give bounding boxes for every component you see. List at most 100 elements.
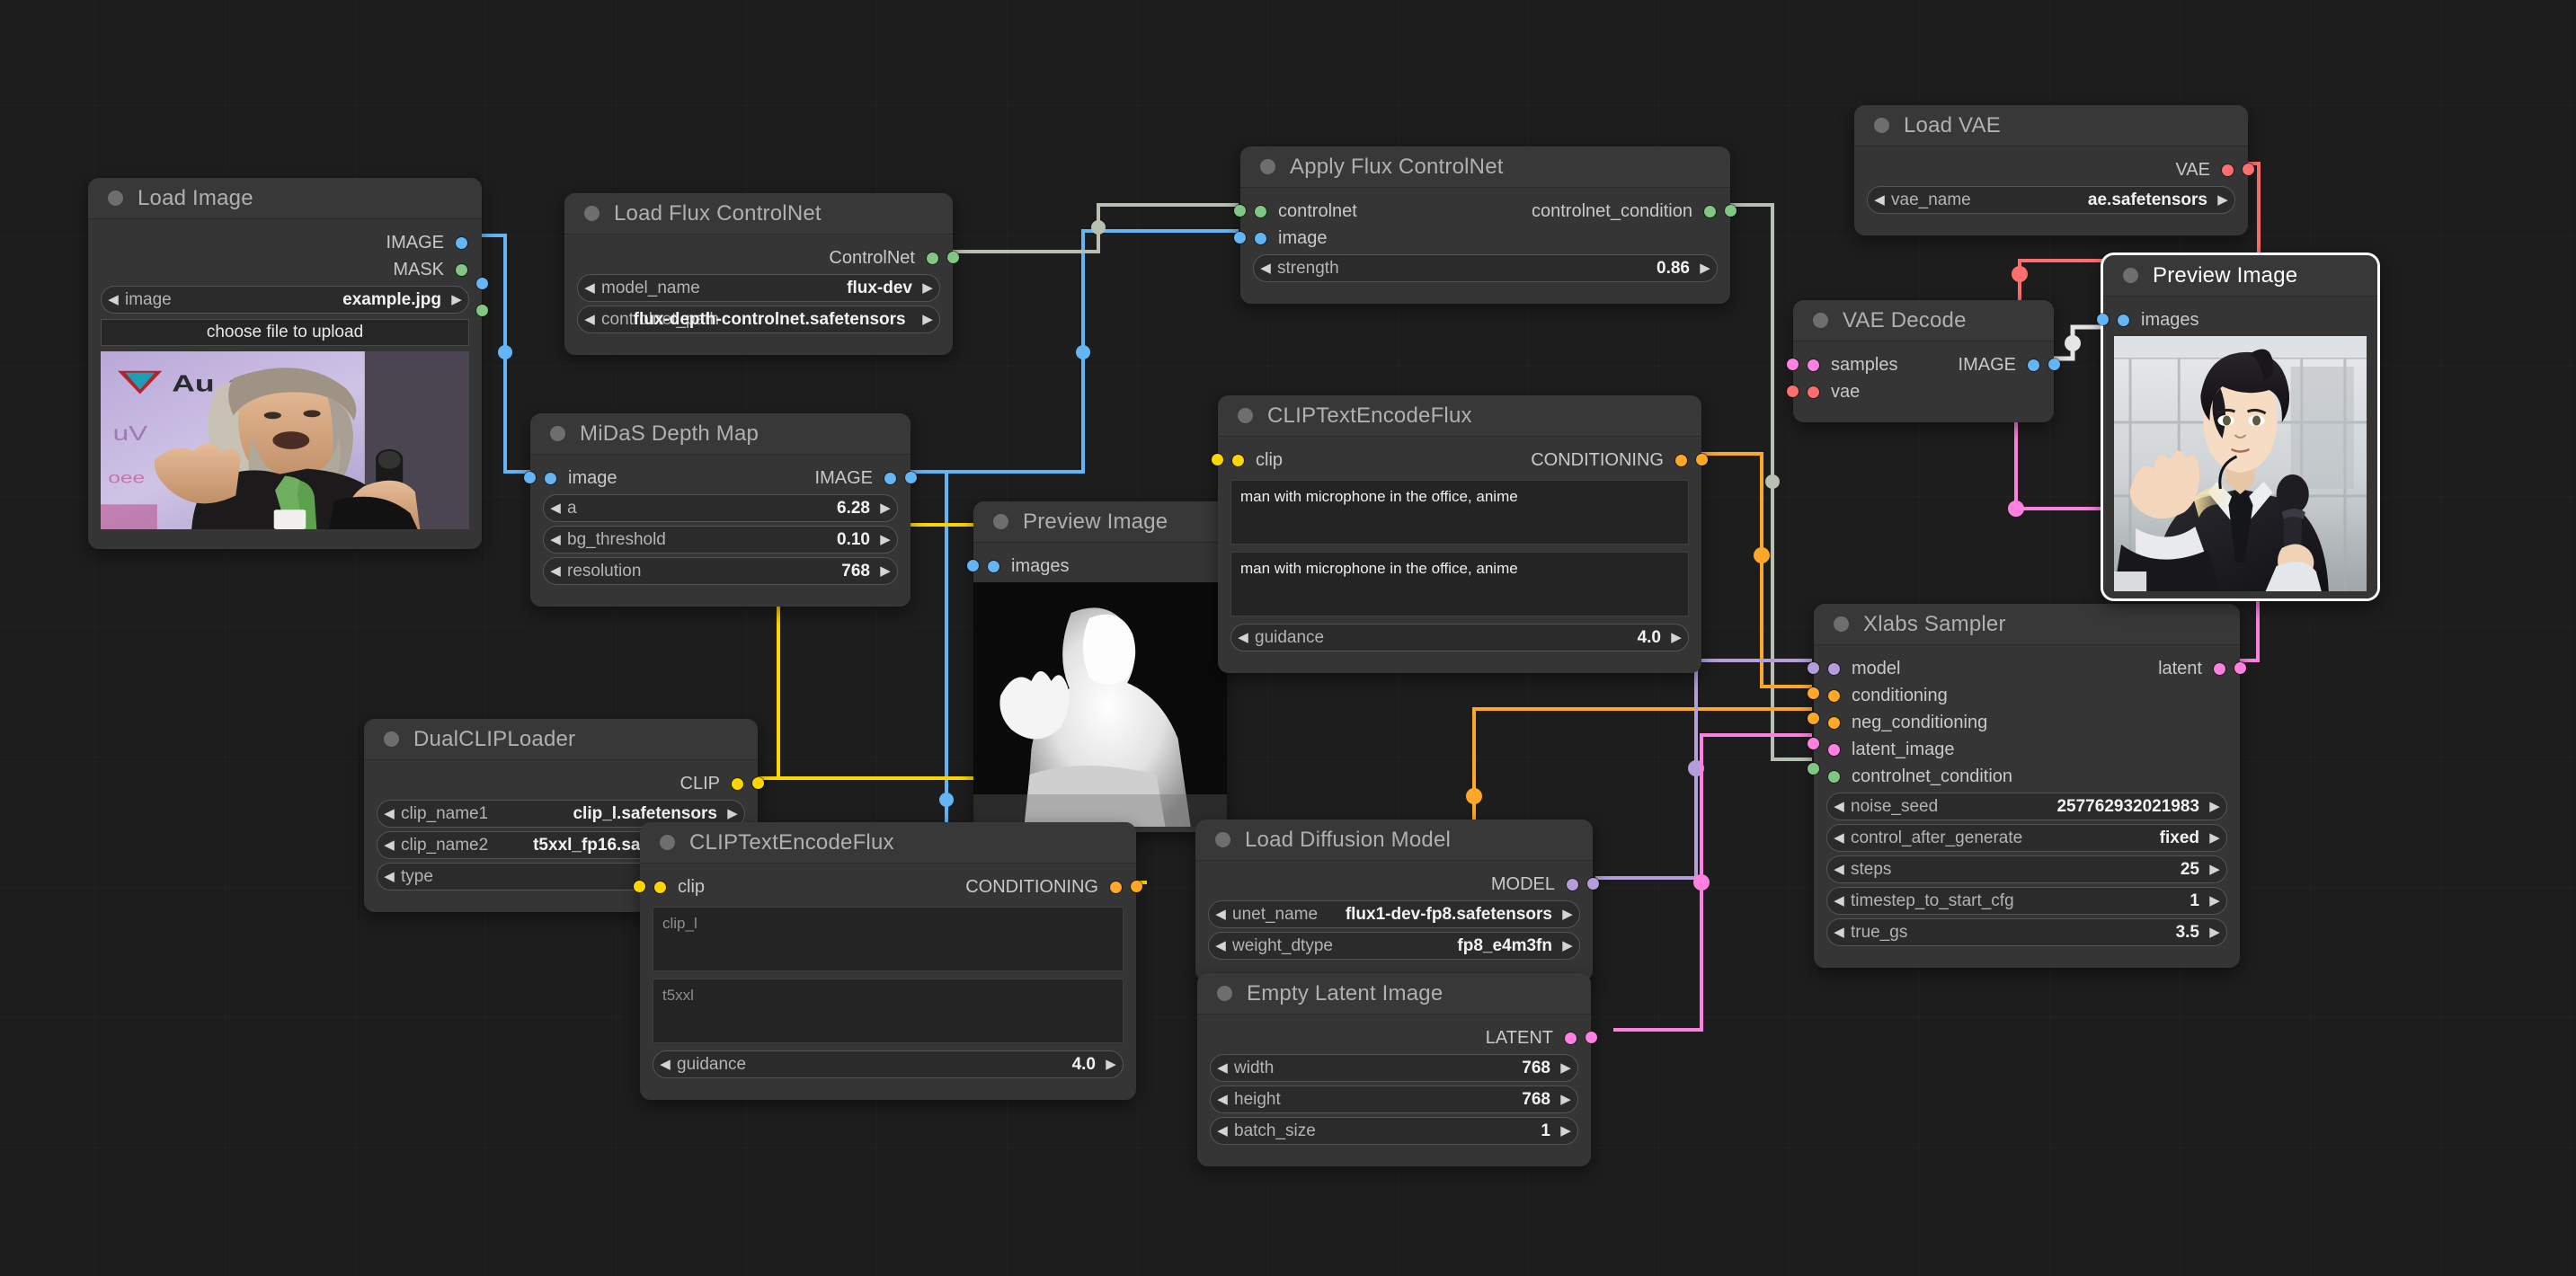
input-slot-clip[interactable]: clip [1232, 447, 1283, 473]
port-dot-controlnet-icon[interactable] [1255, 205, 1266, 217]
collapse-dot-icon[interactable] [1238, 408, 1253, 423]
output-slot-image[interactable]: IMAGE [815, 465, 896, 491]
output-slot-vae[interactable]: VAE [2175, 157, 2234, 182]
port-edge-controlnet-condition-in[interactable] [1808, 763, 1819, 775]
input-slot-controlnet[interactable]: controlnet [1255, 199, 1357, 224]
output-slot-conditioning[interactable]: CONDITIONING [1531, 447, 1687, 473]
widget-decrement-icon[interactable]: ◀ [1211, 1124, 1234, 1138]
input-slot-vae[interactable]: vae [1808, 379, 1860, 404]
output-slot-image[interactable]: IMAGE [386, 230, 467, 255]
widget-decrement-icon[interactable]: ◀ [378, 870, 401, 883]
widget-noise-seed[interactable]: ◀ noise_seed 257762932021983 ▶ [1826, 793, 2227, 820]
widget-increment-icon[interactable]: ▶ [2211, 193, 2234, 207]
output-slot-controlnet[interactable]: ControlNet [829, 245, 938, 270]
port-dot-image-icon[interactable] [545, 472, 556, 484]
collapse-dot-icon[interactable] [550, 426, 565, 441]
widget-decrement-icon[interactable]: ◀ [1827, 894, 1851, 908]
widget-height[interactable]: ◀ height 768 ▶ [1210, 1085, 1578, 1113]
image-preview-depthmap[interactable] [973, 582, 1227, 827]
widget-unet-name[interactable]: ◀ unet_name flux1-dev-fp8.safetensors ▶ [1208, 900, 1580, 928]
node-title-bar[interactable]: MiDaS Depth Map [530, 413, 910, 455]
output-slot-latent[interactable]: latent [2158, 656, 2225, 681]
widget-increment-icon[interactable]: ▶ [916, 313, 939, 326]
widget-resolution[interactable]: ◀ resolution 768 ▶ [543, 557, 898, 585]
port-edge-image-in[interactable] [1234, 232, 1246, 244]
node-title-bar[interactable]: Load Diffusion Model [1195, 820, 1593, 861]
output-slot-latent[interactable]: LATENT [1486, 1025, 1577, 1050]
port-dot-latent-icon[interactable] [2214, 662, 2225, 675]
input-slot-latent-image[interactable]: latent_image [1828, 737, 1955, 762]
node-midas-depth-map[interactable]: MiDaS Depth Map image IMAGE ◀ a 6.28 ▶ ◀… [524, 413, 917, 607]
port-edge-controlnet-out[interactable] [947, 252, 959, 263]
input-slot-controlnet-condition[interactable]: controlnet_condition [1828, 764, 2012, 789]
port-dot-conditioning-icon[interactable] [1110, 881, 1122, 893]
widget-decrement-icon[interactable]: ◀ [102, 293, 125, 306]
port-dot-mask-icon[interactable] [456, 263, 467, 276]
port-edge-model-in[interactable] [1808, 662, 1819, 674]
port-dot-images-icon[interactable] [2118, 314, 2129, 326]
node-xlabs-sampler[interactable]: Xlabs Sampler model latent conditioning [1808, 604, 2246, 968]
output-slot-conditioning[interactable]: CONDITIONING [965, 874, 1122, 899]
widget-decrement-icon[interactable]: ◀ [653, 1058, 677, 1071]
input-slot-image[interactable]: image [1255, 226, 1327, 251]
output-slot-image[interactable]: IMAGE [1959, 352, 2039, 377]
image-preview-anime[interactable] [2114, 336, 2367, 591]
input-slot-clip[interactable]: clip [654, 874, 705, 899]
widget-increment-icon[interactable]: ▶ [2203, 800, 2226, 813]
widget-increment-icon[interactable]: ▶ [874, 564, 897, 578]
node-preview-image-depth[interactable]: Preview Image images [967, 501, 1227, 832]
port-edge-clip-out[interactable] [752, 777, 764, 789]
widget-width[interactable]: ◀ width 768 ▶ [1210, 1054, 1578, 1082]
node-title-bar[interactable]: Load Image [88, 178, 482, 219]
node-title-bar[interactable]: VAE Decode [1793, 300, 2054, 341]
node-title-bar[interactable]: DualCLIPLoader [364, 719, 758, 760]
port-edge-latent-out[interactable] [1586, 1032, 1597, 1043]
widget-bg-threshold[interactable]: ◀ bg_threshold 0.10 ▶ [543, 526, 898, 554]
port-edge-controlnet-condition-out[interactable] [1725, 205, 1737, 217]
widget-increment-icon[interactable]: ▶ [721, 807, 744, 820]
t5xxl-textarea[interactable]: man with microphone in the office, anime [1230, 552, 1689, 616]
widget-vae-name[interactable]: ◀ vae_name ae.safetensors ▶ [1867, 186, 2235, 214]
collapse-dot-icon[interactable] [1874, 118, 1889, 133]
port-edge-controlnet-in[interactable] [1234, 205, 1246, 217]
port-edge-model-out[interactable] [1587, 878, 1599, 890]
collapse-dot-icon[interactable] [993, 514, 1008, 529]
port-dot-model-icon[interactable] [1567, 878, 1578, 891]
widget-decrement-icon[interactable]: ◀ [1827, 831, 1851, 845]
node-title-bar[interactable]: Load Flux ControlNet [564, 193, 953, 235]
widget-guidance[interactable]: ◀ guidance 4.0 ▶ [1230, 624, 1689, 651]
widget-increment-icon[interactable]: ▶ [874, 501, 897, 515]
port-edge-image-in[interactable] [524, 472, 536, 483]
collapse-dot-icon[interactable] [2123, 268, 2138, 283]
widget-decrement-icon[interactable]: ◀ [1827, 926, 1851, 939]
widget-decrement-icon[interactable]: ◀ [1209, 908, 1232, 921]
node-empty-latent-image[interactable]: Empty Latent Image LATENT ◀ width 768 ▶ … [1197, 973, 1597, 1166]
widget-decrement-icon[interactable]: ◀ [378, 807, 401, 820]
node-title-bar[interactable]: Empty Latent Image [1197, 973, 1591, 1015]
widget-increment-icon[interactable]: ▶ [2203, 863, 2226, 876]
port-edge-latent-out[interactable] [2234, 662, 2246, 674]
node-vae-decode[interactable]: VAE Decode samples IMAGE vae [1787, 300, 2060, 422]
port-dot-latent-image-icon[interactable] [1828, 743, 1840, 756]
widget-model-name[interactable]: ◀ model_name flux-dev ▶ [577, 274, 940, 302]
widget-increment-icon[interactable]: ▶ [874, 533, 897, 546]
port-edge-conditioning-out[interactable] [1131, 881, 1142, 892]
input-slot-conditioning[interactable]: conditioning [1828, 683, 1948, 708]
widget-increment-icon[interactable]: ▶ [1554, 1124, 1577, 1138]
widget-weight-dtype[interactable]: ◀ weight_dtype fp8_e4m3fn ▶ [1208, 932, 1580, 960]
widget-decrement-icon[interactable]: ◀ [578, 313, 601, 326]
port-dot-conditioning-icon[interactable] [1675, 454, 1687, 466]
widget-guidance[interactable]: ◀ guidance 4.0 ▶ [653, 1050, 1124, 1078]
widget-decrement-icon[interactable]: ◀ [544, 564, 567, 578]
clip-l-textarea[interactable]: man with microphone in the office, anime [1230, 480, 1689, 545]
widget-batch-size[interactable]: ◀ batch_size 1 ▶ [1210, 1117, 1578, 1145]
widget-decrement-icon[interactable]: ◀ [1211, 1093, 1234, 1106]
port-edge-conditioning-out[interactable] [1696, 454, 1708, 465]
widget-decrement-icon[interactable]: ◀ [1231, 631, 1255, 644]
node-load-flux-controlnet[interactable]: Load Flux ControlNet ControlNet ◀ model_… [564, 193, 959, 355]
port-edge-conditioning-in[interactable] [1808, 687, 1819, 699]
choose-file-to-upload-button[interactable]: choose file to upload [101, 319, 469, 346]
port-edge-images-in[interactable] [967, 560, 979, 572]
widget-increment-icon[interactable]: ▶ [1556, 908, 1579, 921]
widget-increment-icon[interactable]: ▶ [2203, 894, 2226, 908]
